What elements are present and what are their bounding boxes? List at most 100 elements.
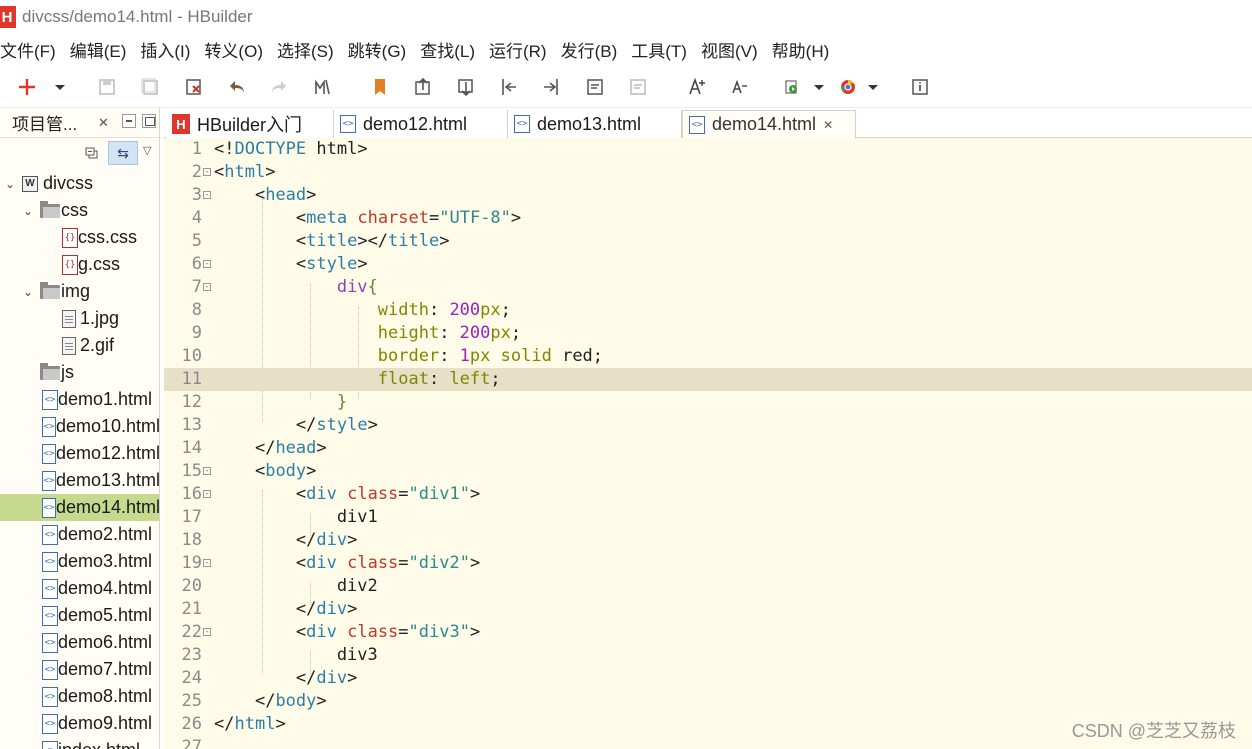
code-line[interactable]: 10 border: 1px solid red; [164,345,1252,368]
tree-item[interactable]: <> demo4.html [0,575,159,602]
tree-item[interactable]: <> demo12.html [0,440,159,467]
panel-menu-icon[interactable]: ▽ [143,144,151,157]
code-line[interactable]: 20 div2 [164,575,1252,598]
chevron-down-icon[interactable]: ⌄ [22,285,34,299]
code-line[interactable]: 11 float: left; [164,368,1252,391]
tree-item[interactable]: js [0,359,159,386]
code-line[interactable]: 3- <head> [164,184,1252,207]
maximize-panel-button[interactable] [142,114,156,128]
code-line[interactable]: 15- <body> [164,460,1252,483]
info-icon[interactable] [907,74,933,100]
collapse-all-icon[interactable] [84,146,100,162]
tree-item[interactable]: ⌄ css [0,197,159,224]
save-all-icon[interactable] [137,74,163,100]
code-line[interactable]: 19- <div class="div2"> [164,552,1252,575]
code-line[interactable]: 4 <meta charset="UTF-8"> [164,207,1252,230]
tab-demo13[interactable]: <> demo13.html [508,110,682,138]
tree-item[interactable]: 1.jpg [0,305,159,332]
close-icon[interactable]: ✕ [98,115,109,131]
menu-item-3[interactable]: 转义(O) [204,35,263,64]
code-line[interactable]: 18 </div> [164,529,1252,552]
code-line[interactable]: 6- <style> [164,253,1252,276]
tree-item[interactable]: 2.gif [0,332,159,359]
code-line[interactable]: 25 </body> [164,690,1252,713]
jump-start-icon[interactable] [496,74,522,100]
code-line[interactable]: 7- div{ [164,276,1252,299]
code-line[interactable]: 14 </head> [164,437,1252,460]
next-bookmark-icon[interactable] [453,74,479,100]
link-with-editor-icon[interactable]: ⇆ [108,141,138,165]
code-line[interactable]: 8 width: 200px; [164,299,1252,322]
code-line[interactable]: 1 <!DOCTYPE html> [164,138,1252,161]
code-line[interactable]: 23 div3 [164,644,1252,667]
menu-item-5[interactable]: 跳转(G) [348,35,407,64]
new-dropdown-icon[interactable] [47,74,73,100]
tree-item[interactable]: <> demo14.html [0,494,159,521]
tree-item[interactable]: ⌄ img [0,278,159,305]
new-file-icon[interactable] [14,74,40,100]
tree-item[interactable]: <> demo6.html [0,629,159,656]
tab-hbuilder-intro[interactable]: H HBuilder入门 [166,110,334,138]
code-line[interactable]: 22- <div class="div3"> [164,621,1252,644]
tab-demo12[interactable]: <> demo12.html [334,110,508,138]
tree-item[interactable]: <>index.html [0,737,159,749]
menu-item-1[interactable]: 编辑(E) [70,35,127,64]
tree-item[interactable]: {} css.css [0,224,159,251]
close-icon[interactable]: ✕ [823,118,833,132]
chevron-down-icon[interactable]: ⌄ [4,177,16,191]
fold-toggle-icon[interactable]: - [203,260,211,268]
code-line[interactable]: 16- <div class="div1"> [164,483,1252,506]
tree-item[interactable]: <> demo13.html [0,467,159,494]
tree-item[interactable]: <> demo1.html [0,386,159,413]
tree-item[interactable]: <> demo3.html [0,548,159,575]
close-file-icon[interactable] [181,74,207,100]
format-icon[interactable] [309,74,335,100]
browser-dropdown-icon[interactable] [860,74,886,100]
tree-item[interactable]: <> demo9.html [0,710,159,737]
code-line[interactable]: 2- <html> [164,161,1252,184]
menu-item-6[interactable]: 查找(L) [420,35,475,64]
fold-toggle-icon[interactable]: - [203,559,211,567]
uncomment-icon[interactable] [625,74,651,100]
tree-item[interactable]: ⌄ Wdivcss [0,170,159,197]
comment-icon[interactable] [582,74,608,100]
run-icon[interactable] [780,74,806,100]
bookmark-icon[interactable] [367,74,393,100]
fold-toggle-icon[interactable]: - [203,168,211,176]
fold-toggle-icon[interactable]: - [203,283,211,291]
minimize-panel-button[interactable] [122,114,136,128]
fold-toggle-icon[interactable]: - [203,467,211,475]
menu-item-0[interactable]: 文件(F) [0,35,56,64]
code-editor[interactable]: 1 <!DOCTYPE html> 2- <html> 3- <head> 4 <meta… [164,138,1252,749]
tree-item[interactable]: <> demo5.html [0,602,159,629]
menu-item-2[interactable]: 插入(I) [140,35,190,64]
menu-item-8[interactable]: 发行(B) [561,35,618,64]
fold-toggle-icon[interactable]: - [203,628,211,636]
code-line[interactable]: 13 </style> [164,414,1252,437]
tree-item[interactable]: {} g.css [0,251,159,278]
redo-icon[interactable] [266,74,292,100]
code-line[interactable]: 12 } [164,391,1252,414]
tree-item[interactable]: <> demo2.html [0,521,159,548]
font-increase-icon[interactable] [684,74,710,100]
menu-item-11[interactable]: 帮助(H) [772,35,830,64]
tree-item[interactable]: <> demo8.html [0,683,159,710]
font-decrease-icon[interactable] [726,74,752,100]
prev-bookmark-icon[interactable] [410,74,436,100]
tree-item[interactable]: <> demo7.html [0,656,159,683]
save-icon[interactable] [94,74,120,100]
menu-item-4[interactable]: 选择(S) [277,35,334,64]
code-line[interactable]: 9 height: 200px; [164,322,1252,345]
jump-end-icon[interactable] [538,74,564,100]
chevron-down-icon[interactable]: ⌄ [22,204,34,218]
tab-demo14[interactable]: <> demo14.html ✕ [682,110,856,138]
browser-icon[interactable] [835,74,861,100]
code-line[interactable]: 21 </div> [164,598,1252,621]
code-line[interactable]: 17 div1 [164,506,1252,529]
fold-toggle-icon[interactable]: - [203,490,211,498]
fold-toggle-icon[interactable]: - [203,191,211,199]
tree-item[interactable]: <> demo10.html [0,413,159,440]
menu-item-9[interactable]: 工具(T) [631,35,687,64]
menu-item-10[interactable]: 视图(V) [701,35,758,64]
run-dropdown-icon[interactable] [806,74,832,100]
